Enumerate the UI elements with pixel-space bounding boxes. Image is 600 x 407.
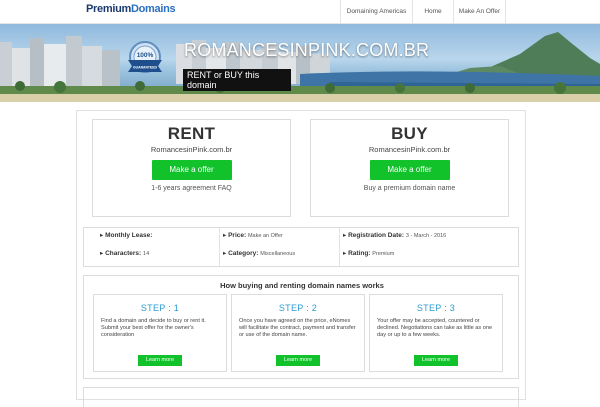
buy-domain-name: RomancesinPink.com.br [368, 145, 451, 154]
detail-label: Price: [228, 232, 247, 239]
nav-item-home[interactable]: Home [412, 0, 453, 24]
detail-monthly-lease: ▸ Monthly Lease: [100, 232, 153, 239]
logo-text-domains: Domains [130, 3, 176, 15]
step-title: STEP : 1 [140, 303, 180, 313]
detail-label: Monthly Lease: [105, 232, 153, 239]
buy-heading: BUY [391, 124, 428, 143]
buy-make-offer-button[interactable]: Make a offer [369, 160, 450, 180]
details-divider [339, 228, 340, 266]
detail-label: Category: [228, 250, 259, 257]
hero-domain-title: ROMANCESINPINK.COM.BR [184, 40, 430, 60]
detail-registration-date: ▸ Registration Date: 3 - March - 2016 [343, 232, 447, 239]
rent-domain-name: RomancesinPink.com.br [150, 145, 233, 154]
detail-label: Registration Date: [348, 232, 405, 239]
step-description: Your offer may be accepted, countered or… [377, 318, 493, 338]
detail-value: Miscellaneous [260, 251, 296, 257]
logo-text-premium: Premium [86, 3, 131, 15]
detail-value: Make an Offer [247, 233, 283, 239]
step-description: Once you have agreed on the price, eNome… [239, 318, 356, 338]
learn-more-button[interactable]: Learn more [138, 355, 182, 366]
rent-or-buy-tagline: RENT or BUY this domain [183, 69, 291, 91]
detail-rating: ▸ Rating: Premium [343, 250, 395, 257]
step-description: Find a domain and decide to buy or rent … [101, 318, 206, 338]
badge-percent-text: 100% [137, 52, 154, 59]
detail-label: Rating: [348, 250, 371, 257]
how-it-works-section: How buying and renting domain names work… [83, 275, 519, 379]
nav-menu: Domaining Americas Home Make An Offer [340, 0, 506, 24]
rio-skyline-image [0, 32, 600, 102]
details-divider [219, 228, 220, 266]
detail-value: 14 [143, 251, 150, 257]
domain-details-table: ▸ Monthly Lease: ▸ Price: Make an Offer … [83, 227, 519, 267]
detail-value: Premium [372, 251, 395, 257]
main-content-panel: RENT RomancesinPink.com.br Make a offer … [76, 110, 526, 407]
step-title: STEP : 3 [416, 303, 456, 313]
nav-item-domaining-americas[interactable]: Domaining Americas [340, 0, 412, 24]
step-card-1: STEP : 1 Find a domain and decide to buy… [93, 294, 227, 372]
guarantee-badge-icon: 100% GUARANTEED [124, 38, 166, 80]
step-card-2: STEP : 2 Once you have agreed on the pri… [231, 294, 365, 372]
detail-value: 3 - March - 2016 [405, 233, 447, 239]
detail-label: Characters: [105, 250, 142, 257]
rent-heading: RENT [167, 124, 216, 143]
learn-more-button[interactable]: Learn more [276, 355, 320, 366]
rent-card: RENT RomancesinPink.com.br Make a offer … [92, 119, 291, 217]
step-card-3: STEP : 3 Your offer may be accepted, cou… [369, 294, 503, 372]
buy-card: BUY RomancesinPink.com.br Make a offer B… [310, 119, 509, 217]
rent-make-offer-button[interactable]: Make a offer [151, 160, 232, 180]
badge-ribbon-text: GUARANTEED [133, 66, 157, 70]
step-title: STEP : 2 [278, 303, 318, 313]
nav-item-make-an-offer[interactable]: Make An Offer [453, 0, 506, 24]
top-navigation-bar: PremiumDomains Domaining Americas Home M… [0, 0, 600, 24]
bottom-section [83, 387, 519, 407]
buy-premium-text: Buy a premium domain name [363, 185, 456, 192]
rent-agreement-faq-link[interactable]: 1-6 years agreement FAQ [93, 185, 290, 192]
detail-price: ▸ Price: Make an Offer [223, 232, 283, 239]
detail-category: ▸ Category: Miscellaneous [223, 250, 296, 257]
learn-more-button[interactable]: Learn more [414, 355, 458, 366]
premium-domains-logo[interactable]: PremiumDomains [86, 3, 176, 15]
how-it-works-title: How buying and renting domain names work… [220, 281, 384, 290]
hero-banner: 100% GUARANTEED ROMANCESINPINK.COM.BR RE… [0, 24, 600, 102]
detail-characters: ▸ Characters: 14 [100, 250, 150, 257]
